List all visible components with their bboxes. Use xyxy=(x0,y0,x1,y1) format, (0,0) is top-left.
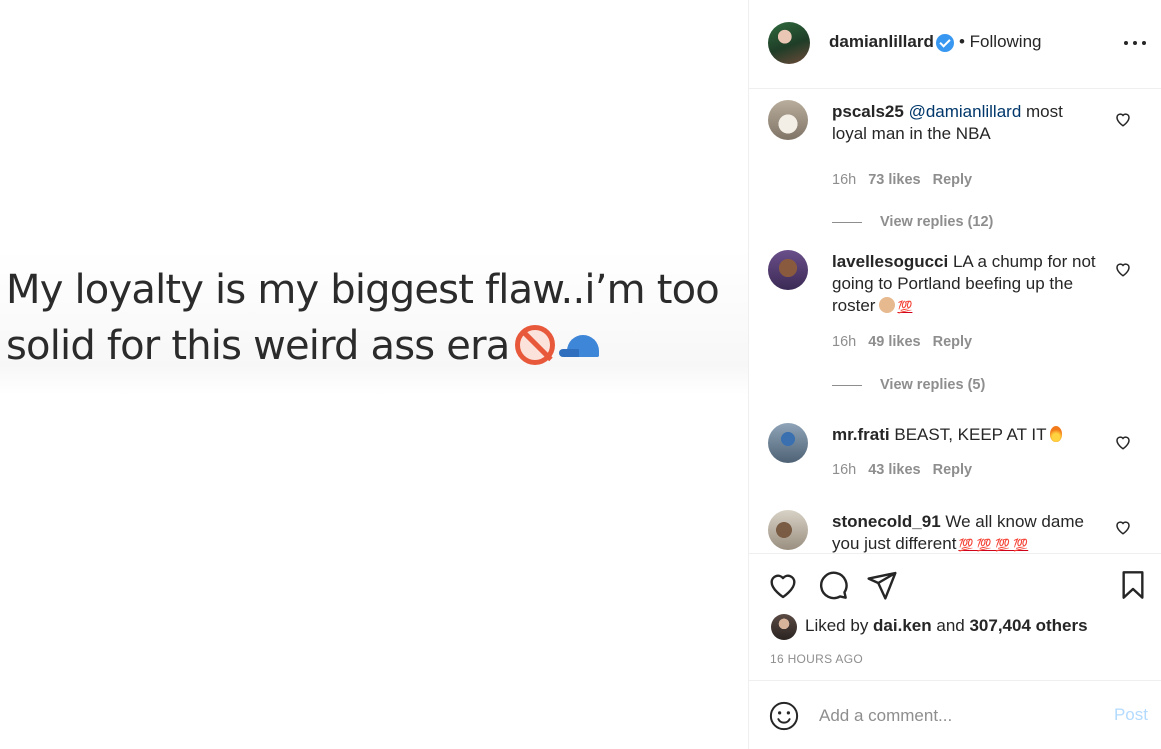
comment-username[interactable]: pscals25 xyxy=(832,102,904,121)
comment-like-heart-icon[interactable] xyxy=(1114,110,1132,128)
person-facepalm-emoji-icon xyxy=(879,297,896,313)
comment-meta: 16h 49 likes Reply xyxy=(832,334,984,350)
add-comment-bar: Post xyxy=(749,680,1161,749)
comment-emojis: 💯 💯 💯 💯 xyxy=(958,538,1029,552)
post-header: damianlillard • Following xyxy=(749,0,1161,89)
view-replies-line xyxy=(832,384,862,386)
comment-text: mr.frati BEAST, KEEP AT IT xyxy=(832,424,1102,446)
comment-likes[interactable]: 73 likes xyxy=(868,172,920,188)
save-bookmark-icon[interactable] xyxy=(1117,569,1149,601)
view-replies-button[interactable]: View replies (12) xyxy=(832,214,993,230)
comment-time: 16h xyxy=(832,172,857,188)
comment-username[interactable]: lavellesogucci xyxy=(832,252,948,271)
comment-reply-button[interactable]: Reply xyxy=(933,172,973,188)
comment-text: pscals25 @damianlillard most loyal man i… xyxy=(832,101,1102,145)
media-caption-line-2: solid for this weird ass era xyxy=(6,323,510,369)
comment-text: lavellesogucci LA a chump for not going … xyxy=(832,251,1102,318)
post-actions: Liked by dai.ken and 307,404 others 16 H… xyxy=(749,553,1161,680)
view-replies-label: View replies (5) xyxy=(880,377,986,393)
share-paper-plane-icon[interactable] xyxy=(866,569,898,601)
comment-reply-button[interactable]: Reply xyxy=(933,462,973,478)
commenter-avatar[interactable] xyxy=(768,250,808,290)
comment-meta: 16h 43 likes Reply xyxy=(832,462,984,478)
emoji-smiley-icon[interactable] xyxy=(769,701,799,731)
view-replies-label: View replies (12) xyxy=(880,214,994,230)
comment-like-heart-icon[interactable] xyxy=(1114,260,1132,278)
verified-badge-icon xyxy=(936,34,954,52)
comment-likes[interactable]: 49 likes xyxy=(868,334,920,350)
like-heart-icon[interactable] xyxy=(767,569,799,601)
comment-reply-button[interactable]: Reply xyxy=(933,334,973,350)
liked-by-prefix: Liked by xyxy=(805,616,874,635)
comment-bubble-icon[interactable] xyxy=(817,569,849,601)
view-replies-line xyxy=(832,221,862,223)
post-timestamp[interactable]: 16 HOURS AGO xyxy=(770,652,863,666)
commenter-avatar[interactable] xyxy=(768,100,808,140)
post-comment-button[interactable]: Post xyxy=(1114,705,1148,725)
fire-emoji-icon xyxy=(1050,426,1063,442)
comment-likes[interactable]: 43 likes xyxy=(868,462,920,478)
post-side-panel: damianlillard • Following pscals25 @dami… xyxy=(748,0,1161,749)
liked-by-avatar[interactable] xyxy=(771,614,797,640)
no-entry-icon xyxy=(515,325,556,365)
comment-username[interactable]: stonecold_91 xyxy=(832,512,941,531)
add-comment-input[interactable] xyxy=(819,703,1089,729)
author-username[interactable]: damianlillard xyxy=(829,32,934,52)
comment-mention[interactable]: @damianlillard xyxy=(909,102,1022,121)
comment-text: stonecold_91 We all know dame you just d… xyxy=(832,511,1102,553)
comment-username[interactable]: mr.frati xyxy=(832,425,890,444)
post-media[interactable]: My loyalty is my biggest flaw..i’m too s… xyxy=(0,0,748,749)
author-avatar[interactable] xyxy=(768,22,810,64)
comment-time: 16h xyxy=(832,462,857,478)
comments-list[interactable]: pscals25 @damianlillard most loyal man i… xyxy=(749,90,1161,553)
comment-like-heart-icon[interactable] xyxy=(1114,518,1132,536)
more-options-icon[interactable] xyxy=(1124,34,1146,52)
commenter-avatar[interactable] xyxy=(768,423,808,463)
commenter-avatar[interactable] xyxy=(768,510,808,550)
following-status[interactable]: • Following xyxy=(959,32,1042,52)
view-replies-button[interactable]: View replies (5) xyxy=(832,377,985,393)
liked-by-text: Liked by dai.ken and 307,404 others xyxy=(805,616,1088,636)
cap-icon xyxy=(559,335,603,357)
liked-by-and: and xyxy=(931,616,970,635)
liked-by-others[interactable]: 307,404 others xyxy=(969,616,1087,635)
liked-by-user[interactable]: dai.ken xyxy=(873,616,932,635)
media-caption: My loyalty is my biggest flaw..i’m too s… xyxy=(6,262,746,374)
comment-meta: 16h 73 likes Reply xyxy=(832,172,984,188)
comment-emojis: 💯 xyxy=(897,300,913,314)
comment-like-heart-icon[interactable] xyxy=(1114,433,1132,451)
comment-time: 16h xyxy=(832,334,857,350)
media-caption-line-1: My loyalty is my biggest flaw..i’m too xyxy=(6,267,720,313)
comment-body: BEAST, KEEP AT IT xyxy=(889,425,1047,444)
media-caption-line-2-wrap: solid for this weird ass era xyxy=(6,318,746,374)
